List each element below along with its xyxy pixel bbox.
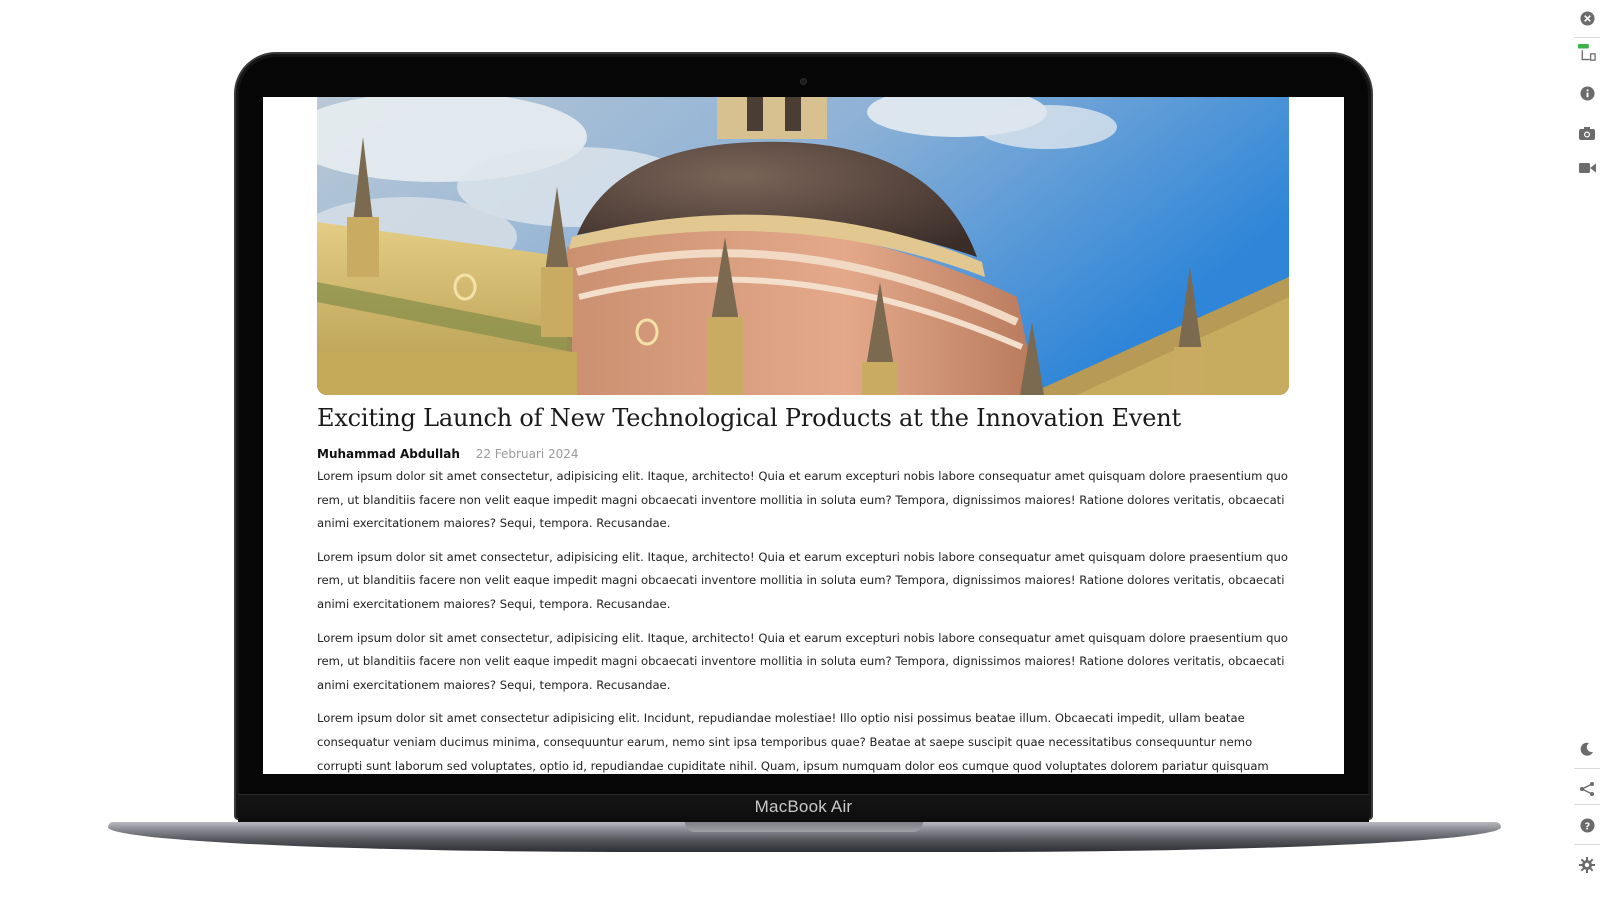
help-icon[interactable]: ? [1578,816,1596,834]
share-icon[interactable] [1578,780,1596,798]
camera-icon[interactable] [1578,124,1596,142]
device-brand-label: MacBook Air [754,797,853,816]
article-meta: Muhammad Abdullah 22 Februari 2024 [317,447,579,461]
article-paragraph: Lorem ipsum dolor sit amet consectetur, … [317,549,1288,611]
article-paragraph: Lorem ipsum dolor sit amet consectetur a… [317,711,1269,773]
article-body: Lorem ipsum dolor sit amet consectetur, … [317,465,1289,774]
toolbar-divider [1574,37,1600,38]
toolbar-divider [1574,844,1600,845]
article-date: 22 Februari 2024 [475,447,579,461]
video-icon[interactable] [1578,159,1596,177]
settings-gear-icon[interactable] [1578,856,1596,874]
hero-image [317,97,1289,395]
right-toolbar: ? [1570,0,1600,900]
toolbar-divider [1574,804,1600,805]
svg-text:?: ? [1584,821,1589,832]
webcam [800,78,807,85]
responsive-devices-icon[interactable] [1578,44,1596,62]
article-author: Muhammad Abdullah [317,447,460,461]
toolbar-divider [1574,768,1600,769]
dark-mode-moon-icon[interactable] [1578,740,1596,758]
article-paragraph: Lorem ipsum dolor sit amet consectetur, … [317,469,1288,531]
close-icon[interactable] [1578,9,1596,27]
article-title: Exciting Launch of New Technological Pro… [317,404,1181,432]
article-paragraph: Lorem ipsum dolor sit amet consectetur, … [317,630,1288,692]
laptop-screen: Exciting Launch of New Technological Pro… [263,97,1344,774]
laptop-chin: MacBook Air [238,794,1369,822]
info-icon[interactable] [1578,84,1596,102]
laptop-base-notch [685,822,923,832]
